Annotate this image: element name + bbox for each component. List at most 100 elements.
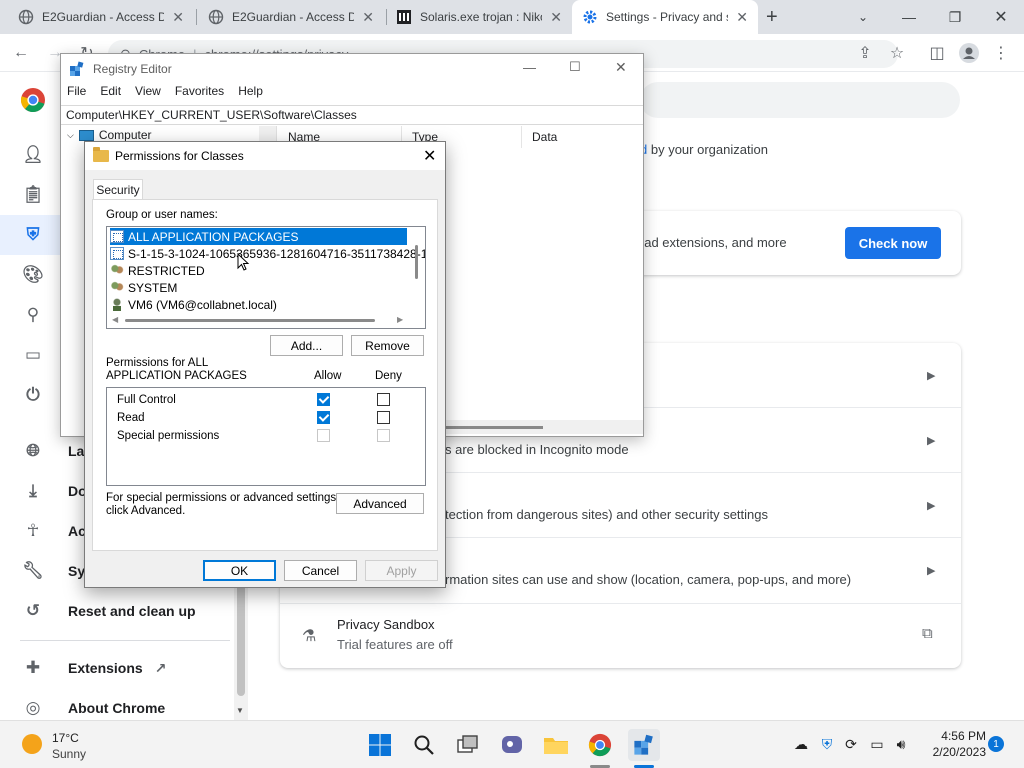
check-now-button[interactable]: Check now	[845, 227, 941, 259]
bookmark-star-icon[interactable]: ☆	[886, 42, 908, 64]
menu-edit[interactable]: Edit	[100, 84, 121, 104]
weather-temp[interactable]: 17°C	[52, 731, 79, 745]
close-tab-icon[interactable]: ✕	[172, 9, 184, 26]
browser-tab-settings[interactable]: Settings - Privacy and s ✕	[572, 0, 758, 34]
special-allow-checkbox	[317, 429, 330, 442]
deny-header: Deny	[375, 370, 402, 382]
chrome-taskbar-icon[interactable]	[584, 729, 616, 761]
close-icon[interactable]: ✕	[423, 146, 436, 166]
site-settings-row-text[interactable]: rmation sites can use and show (location…	[445, 572, 851, 587]
new-tab-button[interactable]: +	[766, 6, 778, 29]
full-control-allow-checkbox[interactable]	[317, 393, 330, 406]
user-item-system[interactable]: SYSTEM	[110, 279, 407, 296]
values-h-scrollbar[interactable]	[441, 420, 643, 434]
profile-avatar[interactable]	[958, 42, 980, 64]
advanced-button[interactable]: Advanced	[336, 493, 424, 514]
close-tab-icon[interactable]: ✕	[736, 9, 748, 26]
regedit-titlebar[interactable]: Registry Editor — ☐ ✕	[61, 54, 643, 84]
menu-view[interactable]: View	[135, 84, 161, 104]
menu-help[interactable]: Help	[238, 84, 263, 104]
start-button[interactable]	[364, 729, 396, 761]
tree-item-computer[interactable]: ⌵ Computer	[67, 128, 152, 142]
accessibility-icon: ☥	[26, 521, 40, 540]
search-icon[interactable]	[408, 729, 440, 761]
scroll-right-arrow-icon[interactable]: ▶	[397, 315, 403, 324]
cloud-offline-icon[interactable]: ☁	[790, 733, 812, 755]
tab-security[interactable]: Security	[93, 179, 143, 200]
scroll-down-arrow-icon[interactable]: ▼	[236, 706, 244, 715]
notification-badge[interactable]: 1	[988, 736, 1004, 752]
scrollbar-thumb[interactable]	[415, 245, 418, 279]
user-list-h-scrollbar[interactable]: ◀ ▶	[107, 313, 425, 328]
user-item-restricted[interactable]: RESTRICTED	[110, 262, 407, 279]
chevron-right-icon[interactable]: ▶	[927, 564, 935, 577]
gear-icon	[583, 10, 597, 24]
browser-tab-3[interactable]: Solaris.exe trojan : Niko ✕	[386, 0, 572, 34]
clock-time[interactable]: 4:56 PM	[926, 729, 986, 743]
teams-chat-icon[interactable]	[496, 729, 528, 761]
minimize-icon[interactable]: —	[523, 60, 536, 75]
external-link-icon[interactable]: ⧉	[922, 625, 933, 642]
back-icon[interactable]: ←	[10, 42, 32, 64]
user-item-all-app-packages[interactable]: ALL APPLICATION PACKAGES	[110, 228, 407, 245]
browser-tab-1[interactable]: E2Guardian - Access De ✕	[8, 0, 194, 34]
weather-desc[interactable]: Sunny	[52, 747, 86, 761]
globe-icon	[208, 9, 224, 25]
sidebar-item-reset[interactable]: ↺ Reset and clean up	[0, 591, 240, 631]
close-tab-icon[interactable]: ✕	[550, 9, 562, 26]
maximize-icon[interactable]: ☐	[569, 59, 581, 75]
row-divider	[280, 603, 961, 604]
user-list[interactable]: ALL APPLICATION PACKAGES S-1-15-3-1024-1…	[106, 226, 426, 329]
clock-date[interactable]: 2/20/2023	[916, 745, 986, 759]
restore-icon[interactable]: ❐	[932, 0, 978, 34]
close-window-icon[interactable]: ✕	[978, 0, 1024, 34]
remove-button[interactable]: Remove	[351, 335, 424, 356]
tab-search-icon[interactable]: ⌄	[840, 0, 886, 34]
wrench-icon: 🔧︎	[22, 561, 44, 580]
permissions-titlebar[interactable]: Permissions for Classes ✕	[85, 142, 445, 170]
menu-favorites[interactable]: Favorites	[175, 84, 224, 104]
search-icon: ⚲	[26, 305, 40, 324]
minimize-icon[interactable]: —	[886, 0, 932, 34]
menu-file[interactable]: File	[67, 84, 86, 104]
column-data[interactable]: Data	[522, 126, 643, 148]
full-control-deny-checkbox[interactable]	[377, 393, 390, 406]
sun-icon[interactable]	[22, 734, 42, 754]
sidebar-item-extensions[interactable]: ✚ Extensions ↗	[0, 648, 240, 688]
scroll-left-arrow-icon[interactable]: ◀	[112, 315, 118, 324]
regedit-address-bar[interactable]: Computer\HKEY_CURRENT_USER\Software\Clas…	[61, 105, 643, 125]
chevron-down-icon[interactable]: ⌵	[67, 130, 74, 141]
close-tab-icon[interactable]: ✕	[362, 9, 374, 26]
security-row-text[interactable]: tection from dangerous sites) and other …	[445, 507, 768, 522]
user-list-v-scrollbar[interactable]	[410, 227, 425, 314]
file-explorer-icon[interactable]	[540, 729, 572, 761]
browser-tab-2[interactable]: E2Guardian - Access De ✕	[198, 0, 384, 34]
settings-search-bar[interactable]	[640, 82, 960, 118]
registry-editor-taskbar-icon[interactable]	[628, 729, 660, 761]
chrome-logo	[20, 87, 46, 116]
task-view-icon[interactable]	[452, 729, 484, 761]
read-allow-checkbox[interactable]	[317, 411, 330, 424]
ok-button[interactable]: OK	[203, 560, 276, 581]
palette-icon: 🎨︎	[22, 265, 44, 284]
chevron-right-icon[interactable]: ▶	[927, 434, 935, 447]
cookies-row-text[interactable]: s are blocked in Incognito mode	[445, 442, 629, 457]
scrollbar-thumb[interactable]	[125, 319, 375, 322]
user-item-sid[interactable]: S-1-15-3-1024-1065365936-1281604716-3511…	[110, 245, 425, 262]
chevron-right-icon[interactable]: ▶	[927, 369, 935, 382]
sync-icon[interactable]: ⟳	[840, 733, 862, 755]
add-button[interactable]: Add...	[270, 335, 343, 356]
share-icon[interactable]: ⇪	[854, 42, 876, 64]
display-icon[interactable]: ▭	[866, 733, 888, 755]
privacy-sandbox-title[interactable]: Privacy Sandbox	[337, 617, 435, 632]
cancel-button[interactable]: Cancel	[284, 560, 357, 581]
read-deny-checkbox[interactable]	[377, 411, 390, 424]
chevron-right-icon[interactable]: ▶	[927, 499, 935, 512]
chrome-menu-icon[interactable]: ⋮	[990, 42, 1012, 64]
user-item-vm6[interactable]: VM6 (VM6@collabnet.local)	[110, 296, 407, 313]
side-panel-icon[interactable]: ◫	[926, 42, 948, 64]
close-icon[interactable]: ✕	[615, 59, 627, 76]
security-shield-icon[interactable]: ⛨	[816, 733, 838, 755]
volume-icon[interactable]: 🔊︎	[890, 733, 912, 755]
taskbar: 17°C Sunny ☁ ⛨ ⟳ ▭ 🔊︎ 4:56 PM 2/20/2023 …	[0, 720, 1024, 768]
